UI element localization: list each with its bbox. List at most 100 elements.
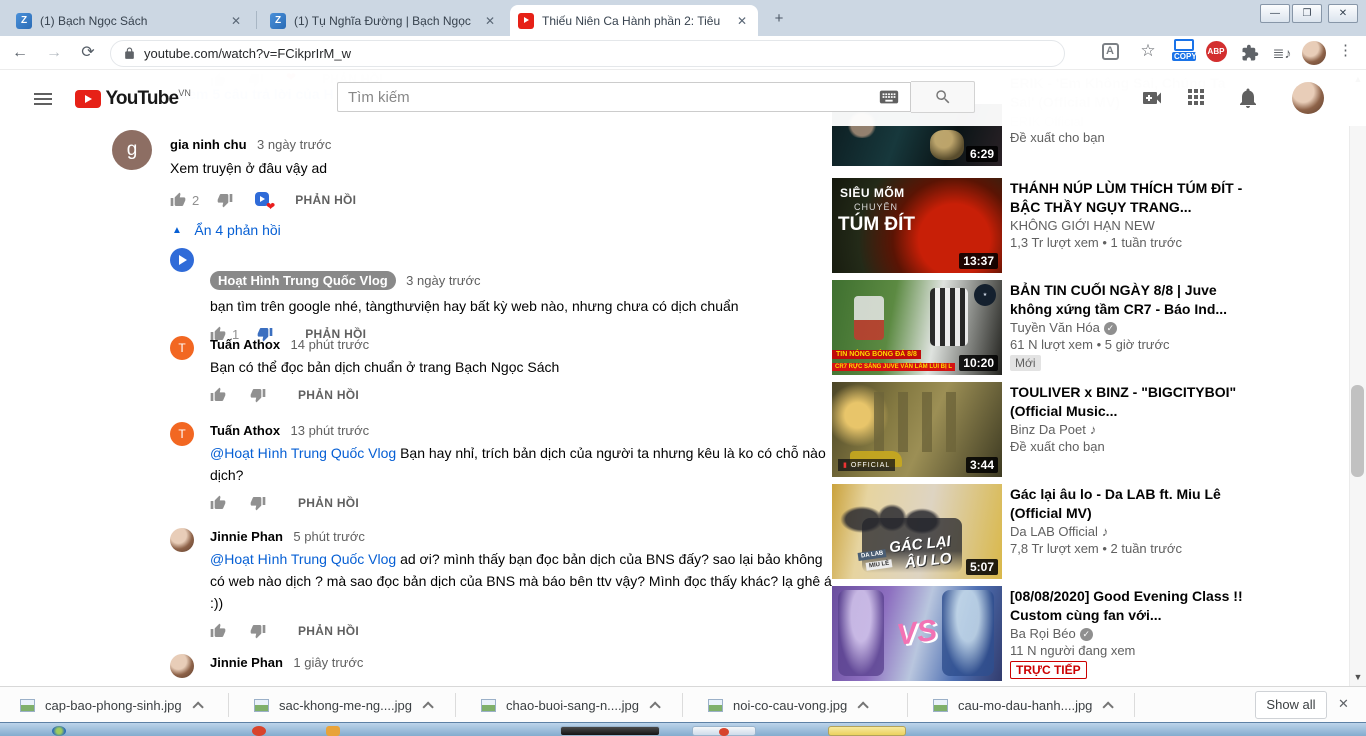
reply-avatar[interactable] (170, 528, 194, 552)
keyboard-icon[interactable] (878, 86, 900, 108)
browser-profile-avatar[interactable] (1302, 41, 1326, 65)
download-item[interactable]: cap-bao-phong-sinh.jpg (6, 687, 214, 723)
reply-author[interactable]: Tuấn Athox (210, 337, 280, 352)
like-icon[interactable] (210, 623, 226, 639)
apps-grid-icon[interactable] (1188, 89, 1204, 105)
reply-button[interactable]: PHẢN HỒI (298, 624, 359, 638)
download-item[interactable]: cau-mo-dau-hanh....jpg (919, 687, 1124, 723)
comment-avatar[interactable]: g (112, 130, 152, 170)
music-list-extension-icon[interactable]: ≣♪ (1270, 41, 1294, 65)
download-item[interactable]: chao-buoi-sang-n....jpg (467, 687, 671, 723)
browser-menu-icon[interactable]: ⋮ (1338, 41, 1353, 59)
browser-tab-1[interactable]: Z (1) Bạch Ngọc Sách ✕ (8, 5, 252, 36)
comment-time[interactable]: 3 ngày trước (257, 137, 331, 152)
video-title[interactable]: TOULIVER x BINZ - "BIGCITYBOI" (Official… (1010, 383, 1244, 421)
reply-avatar[interactable]: T (170, 422, 194, 446)
like-icon[interactable] (210, 387, 226, 403)
start-orb-icon[interactable] (52, 726, 66, 736)
scrollbar-thumb[interactable] (1351, 385, 1364, 477)
dislike-icon[interactable] (250, 623, 266, 639)
reply-time[interactable]: 5 phút trước (293, 529, 364, 544)
browser-tab-2[interactable]: Z (1) Tụ Nghĩa Đường | Bạch Ngọc ✕ (262, 5, 506, 36)
mention-link[interactable]: @Hoạt Hình Trung Quốc Vlog (210, 551, 396, 567)
reply-time[interactable]: 14 phút trước (291, 337, 370, 352)
show-all-downloads-button[interactable]: Show all (1255, 691, 1327, 719)
scroll-down-arrow[interactable]: ▼ (1353, 672, 1363, 682)
chevron-up-icon[interactable] (192, 701, 203, 712)
address-bar[interactable]: youtube.com/watch?v=FCikprIrM_w (110, 40, 1065, 67)
tab-close-icon[interactable]: ✕ (734, 14, 750, 28)
video-title[interactable]: BẢN TIN CUỐI NGÀY 8/8 | Juve không xứng … (1010, 281, 1244, 319)
taskbar-window-button[interactable] (828, 726, 906, 736)
window-close-button[interactable]: ✕ (1328, 4, 1358, 23)
new-tab-button[interactable]: + (766, 8, 792, 30)
video-title[interactable]: [08/08/2020] Good Evening Class !! Custo… (1010, 587, 1244, 625)
creator-heart-icon[interactable]: ❤ (255, 192, 271, 208)
reply-author-badge[interactable]: Hoạt Hình Trung Quốc Vlog (210, 271, 396, 290)
dislike-icon[interactable] (217, 192, 233, 208)
comment-author[interactable]: gia ninh chu (170, 137, 247, 152)
hide-replies-toggle[interactable]: ▲ Ẩn 4 phản hồi (172, 222, 281, 240)
tab-close-icon[interactable]: ✕ (482, 14, 498, 28)
video-channel[interactable]: Binz Da Poet♪ (1010, 422, 1244, 437)
like-icon[interactable] (170, 192, 186, 208)
reply-author[interactable]: Tuấn Athox (210, 423, 280, 438)
notifications-bell-icon[interactable] (1236, 86, 1260, 110)
youtube-profile-avatar[interactable] (1292, 82, 1324, 114)
video-title[interactable]: THÁNH NÚP LÙM THÍCH TÚM ĐÍT - BẬC THẦY N… (1010, 179, 1244, 217)
video-channel[interactable]: Da LAB Official♪ (1010, 524, 1244, 539)
window-restore-button[interactable]: ❐ (1292, 4, 1322, 23)
video-channel[interactable]: KHÔNG GIỚI HẠN NEW (1010, 218, 1244, 233)
reply-author[interactable]: Jinnie Phan (210, 529, 283, 544)
reply-time[interactable]: 3 ngày trước (406, 273, 480, 288)
reply-button[interactable]: PHẢN HỒI (298, 496, 359, 510)
back-button[interactable]: ← (8, 41, 32, 65)
window-minimize-button[interactable]: — (1260, 4, 1290, 23)
puzzle-extension-icon[interactable] (1238, 41, 1262, 65)
reply-avatar[interactable] (170, 654, 194, 678)
refresh-button[interactable]: ⟳ (76, 41, 100, 65)
search-button[interactable] (911, 81, 975, 113)
youtube-logo[interactable]: YouTubeVN (75, 88, 191, 110)
download-item[interactable]: sac-khong-me-ng....jpg (240, 687, 444, 723)
reply-button[interactable]: PHẢN HỒI (298, 388, 359, 402)
taskbar-app-icon[interactable] (326, 726, 340, 736)
dislike-icon[interactable] (250, 495, 266, 511)
video-thumbnail[interactable]: ★ TIN NÓNG BÓNG ĐÁ 8/8 CR7 RỰC SÁNG JUVE… (832, 280, 1002, 375)
create-video-icon[interactable] (1140, 86, 1164, 110)
video-channel[interactable]: Ba Rọi Béo✓ (1010, 626, 1244, 641)
dislike-icon[interactable] (250, 387, 266, 403)
download-item[interactable]: noi-co-cau-vong.jpg (694, 687, 879, 723)
video-title[interactable]: Gác lại âu lo - Da LAB ft. Miu Lê (Offic… (1010, 485, 1244, 523)
taskbar-window-button[interactable] (560, 726, 660, 736)
video-channel[interactable]: Tuyền Văn Hóa✓ (1010, 320, 1244, 335)
close-downloads-icon[interactable]: ✕ (1338, 696, 1349, 712)
reply-time[interactable]: 13 phút trước (291, 423, 370, 438)
taskbar-app-icon[interactable] (252, 726, 266, 736)
chevron-up-icon[interactable] (1103, 701, 1114, 712)
chevron-up-icon[interactable] (858, 701, 869, 712)
reply-button[interactable]: PHẢN HỒI (295, 193, 356, 207)
page-scrollbar[interactable] (1349, 70, 1366, 686)
forward-button[interactable]: → (42, 41, 66, 65)
copy-extension-icon[interactable]: COPY (1172, 39, 1196, 63)
abp-extension-icon[interactable]: ABP (1204, 41, 1228, 65)
tab-close-icon[interactable]: ✕ (228, 14, 244, 28)
reply-avatar[interactable]: T (170, 336, 194, 360)
reply-avatar[interactable] (170, 248, 194, 272)
like-icon[interactable] (210, 495, 226, 511)
video-thumbnail[interactable]: ▮ OFFICIAL 3:44 (832, 382, 1002, 477)
mention-link[interactable]: @Hoạt Hình Trung Quốc Vlog (210, 445, 396, 461)
chevron-up-icon[interactable] (649, 701, 660, 712)
hamburger-menu-icon[interactable] (34, 90, 52, 108)
chevron-up-icon[interactable] (422, 701, 433, 712)
reply-author[interactable]: Jinnie Phan (210, 655, 283, 670)
taskbar-window-button[interactable] (692, 726, 756, 736)
video-thumbnail[interactable]: GÁC LẠIÂU LO DA LAB MIU LÊ 5:07 (832, 484, 1002, 579)
video-thumbnail[interactable]: VS (832, 586, 1002, 681)
translate-icon[interactable]: A (1098, 41, 1122, 65)
bookmark-star-icon[interactable]: ☆ (1136, 41, 1160, 65)
reply-time[interactable]: 1 giây trước (293, 655, 363, 670)
browser-tab-active[interactable]: Thiếu Niên Ca Hành phần 2: Tiêu ✕ (510, 5, 758, 36)
search-input[interactable]: Tìm kiếm (337, 82, 911, 112)
